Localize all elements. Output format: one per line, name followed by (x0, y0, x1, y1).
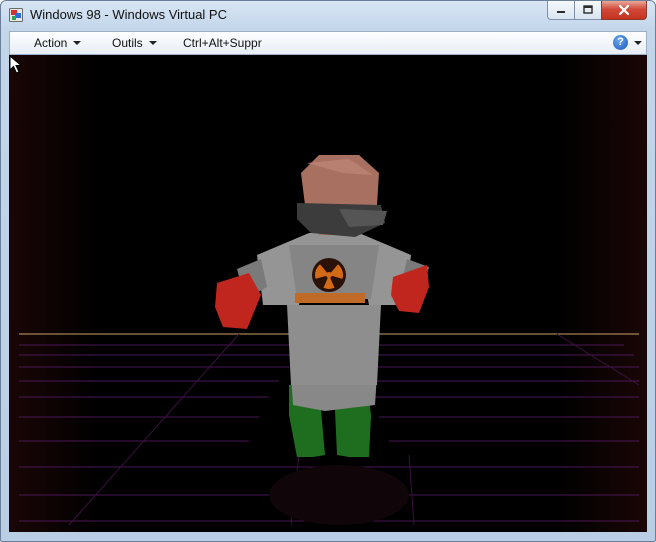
menu-action-label: Action (34, 36, 68, 50)
right-curtain (557, 55, 647, 532)
left-curtain (9, 55, 99, 532)
close-button[interactable] (601, 1, 647, 20)
chevron-down-icon (73, 41, 82, 45)
menu-outils[interactable]: Outils (112, 36, 157, 50)
virtual-pc-icon (9, 8, 23, 22)
minimize-button[interactable] (547, 1, 575, 20)
ctrl-alt-del-label: Ctrl+Alt+Suppr (183, 36, 262, 50)
menu-outils-label: Outils (112, 36, 143, 50)
window-title: Windows 98 - Windows Virtual PC (30, 7, 227, 22)
maximize-button[interactable] (574, 1, 602, 20)
maximize-icon (583, 5, 593, 14)
menu-bar: Action Outils Ctrl+Alt+Suppr ? (9, 31, 647, 55)
chevron-down-icon (148, 41, 157, 45)
minimize-icon (557, 11, 565, 13)
menu-action[interactable]: Action (34, 36, 82, 50)
help-icon: ? (613, 35, 628, 50)
chevron-down-icon (634, 40, 642, 45)
game-scene (9, 55, 647, 532)
ctrl-alt-del-button[interactable]: Ctrl+Alt+Suppr (183, 36, 262, 50)
title-bar[interactable]: Windows 98 - Windows Virtual PC (1, 1, 655, 29)
virtual-pc-window: Windows 98 - Windows Virtual PC Action O… (0, 0, 656, 542)
mouse-cursor-icon (9, 55, 23, 74)
close-icon (618, 4, 630, 16)
radiation-emblem (312, 258, 346, 292)
help-button[interactable]: ? (613, 35, 642, 50)
vm-screen[interactable] (9, 55, 647, 532)
